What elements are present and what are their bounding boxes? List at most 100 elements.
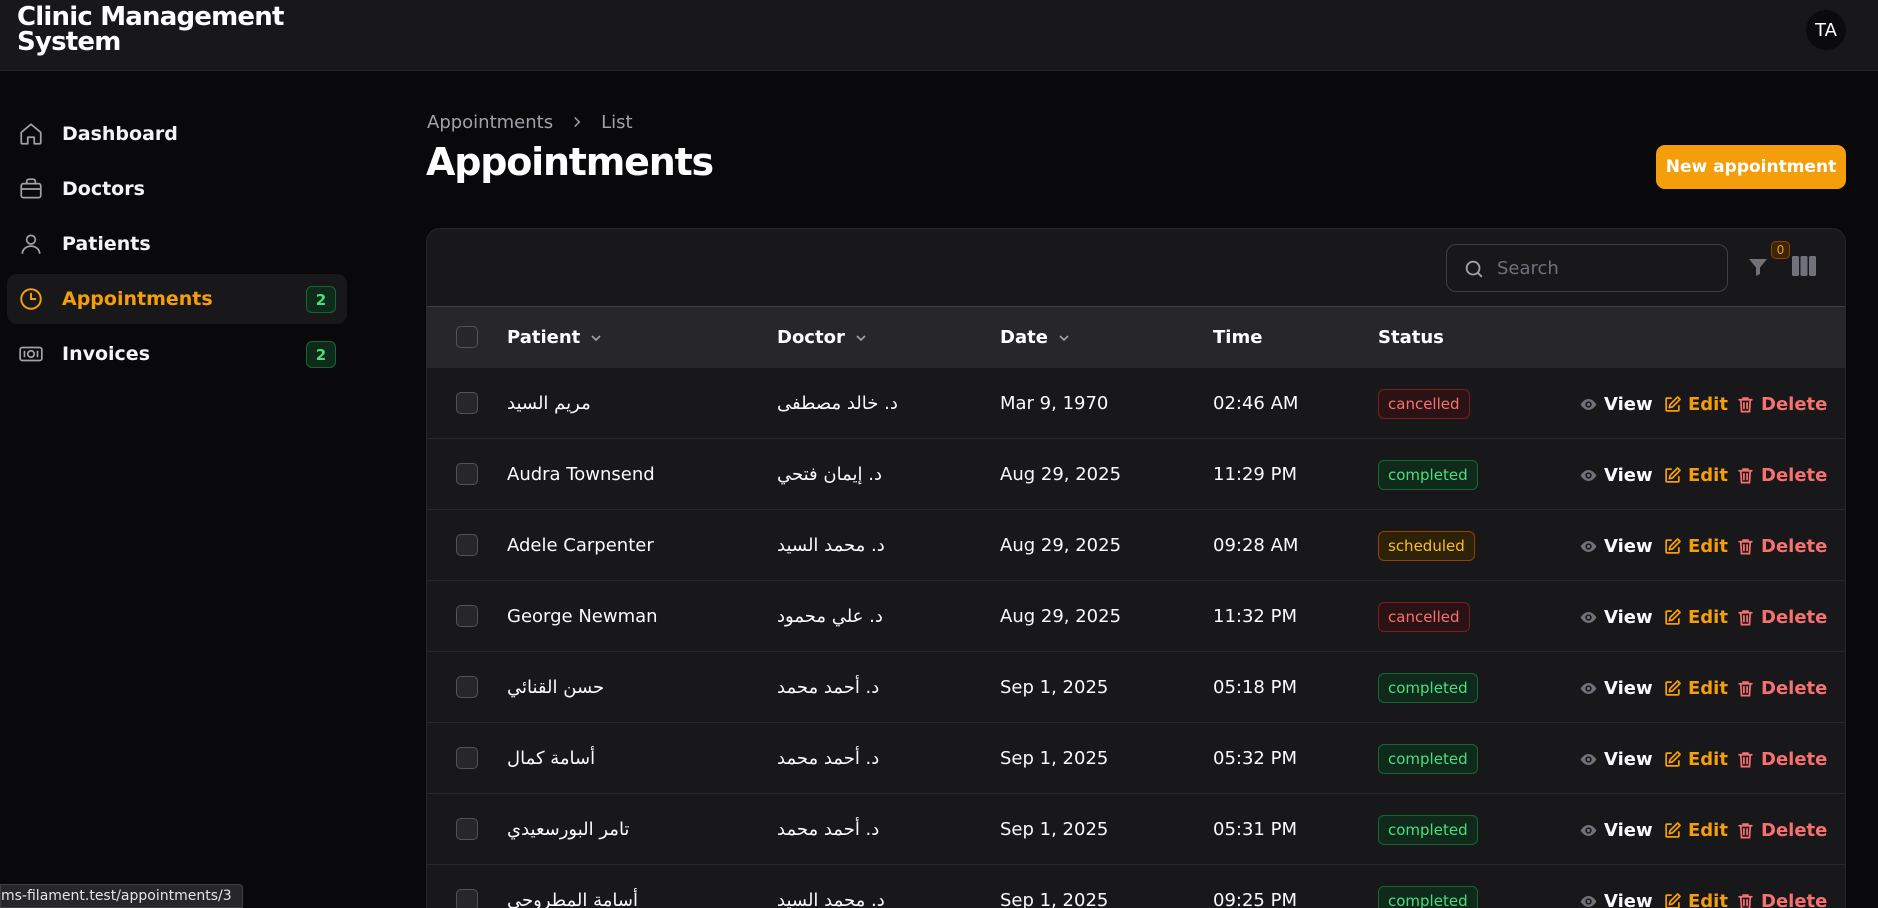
edit-button[interactable]: Edit <box>1663 746 1728 772</box>
new-appointment-button[interactable]: New appointment <box>1656 145 1846 189</box>
status-badge: completed <box>1378 460 1478 490</box>
sidebar-item-patients[interactable]: Patients <box>7 219 347 269</box>
top-bar: Clinic Management System TA <box>0 0 1878 71</box>
trash-icon <box>1738 467 1753 483</box>
cell-date: Sep 1, 2025 <box>1000 748 1109 769</box>
app-title[interactable]: Clinic Management System <box>17 4 307 55</box>
delete-button[interactable]: Delete <box>1736 675 1827 701</box>
view-button[interactable]: View <box>1579 391 1653 417</box>
delete-button[interactable]: Delete <box>1736 817 1827 843</box>
cell-doctor: د. خالد مصطفى <box>777 393 898 414</box>
view-button[interactable]: View <box>1579 817 1653 843</box>
cell-date: Sep 1, 2025 <box>1000 819 1109 840</box>
search-icon <box>1465 260 1483 278</box>
action-label: Edit <box>1688 819 1728 841</box>
view-button[interactable]: View <box>1579 888 1653 908</box>
filter-icon[interactable] <box>1746 255 1770 279</box>
columns-icon[interactable] <box>1791 255 1817 277</box>
row-checkbox[interactable] <box>456 747 478 769</box>
sidebar-item-invoices[interactable]: Invoices 2 <box>7 329 347 379</box>
edit-button[interactable]: Edit <box>1663 391 1728 417</box>
row-checkbox[interactable] <box>456 676 478 698</box>
sidebar-item-label: Appointments <box>62 288 213 310</box>
trash-icon <box>1738 680 1753 696</box>
view-button[interactable]: View <box>1579 533 1653 559</box>
edit-button[interactable]: Edit <box>1663 675 1728 701</box>
cell-date: Sep 1, 2025 <box>1000 890 1109 908</box>
edit-icon <box>1665 608 1681 625</box>
search-input[interactable] <box>1497 253 1717 283</box>
delete-button[interactable]: Delete <box>1736 746 1827 772</box>
cell-doctor: د. محمد السيد <box>777 890 885 908</box>
edit-button[interactable]: Edit <box>1663 888 1728 908</box>
table-row[interactable]: Audra Townsend د. إيمان فتحي Aug 29, 2025 1… <box>427 438 1845 509</box>
table-row[interactable]: Adele Carpenter د. محمد السيد Aug 29, 2025… <box>427 509 1845 580</box>
table-row[interactable]: حسن القنائي د. أحمد محمد Sep 1, 2025 05:18 … <box>427 651 1845 722</box>
action-label: View <box>1604 890 1653 908</box>
delete-button[interactable]: Delete <box>1736 462 1827 488</box>
delete-button[interactable]: Delete <box>1736 391 1827 417</box>
row-checkbox[interactable] <box>456 392 478 414</box>
trash-icon <box>1738 538 1753 554</box>
edit-button[interactable]: Edit <box>1663 604 1728 630</box>
user-avatar[interactable]: TA <box>1806 10 1846 50</box>
edit-button[interactable]: Edit <box>1663 817 1728 843</box>
column-header-date[interactable]: Date <box>1000 307 1072 368</box>
edit-button[interactable]: Edit <box>1663 533 1728 559</box>
view-button[interactable]: View <box>1579 604 1653 630</box>
table-row[interactable]: تامر البورسعيدي د. أحمد محمد Sep 1, 2025 05… <box>427 793 1845 864</box>
search-box[interactable] <box>1446 244 1728 292</box>
row-checkbox[interactable] <box>456 889 478 908</box>
cell-date: Aug 29, 2025 <box>1000 464 1122 485</box>
sidebar-item-doctors[interactable]: Doctors <box>7 164 347 214</box>
row-checkbox[interactable] <box>456 605 478 627</box>
breadcrumb-parent[interactable]: Appointments <box>427 112 553 133</box>
table-toolbar: 0 <box>427 229 1845 306</box>
view-button[interactable]: View <box>1579 462 1653 488</box>
home-icon <box>20 123 42 145</box>
clock-icon <box>20 288 42 310</box>
chevron-down-icon <box>591 334 601 341</box>
column-label: Time <box>1213 327 1263 348</box>
delete-button[interactable]: Delete <box>1736 888 1827 908</box>
cell-patient: Adele Carpenter <box>507 535 654 556</box>
table-row[interactable]: أسامة المطروحي د. محمد السيد Sep 1, 2025 09… <box>427 864 1845 908</box>
action-label: Edit <box>1688 677 1728 699</box>
action-label: View <box>1604 464 1653 486</box>
chevron-right-icon <box>574 116 581 128</box>
table-header: Patient Doctor Date Time Status <box>427 306 1845 368</box>
action-label: Delete <box>1761 819 1828 841</box>
banknote-icon <box>19 346 43 362</box>
row-checkbox[interactable] <box>456 818 478 840</box>
trash-icon <box>1738 396 1753 412</box>
cell-doctor: د. أحمد محمد <box>777 677 880 698</box>
action-label: View <box>1604 393 1653 415</box>
filter-count-badge: 0 <box>1771 241 1790 259</box>
cell-patient: George Newman <box>507 606 658 627</box>
action-label: Delete <box>1761 748 1828 770</box>
chevron-down-icon <box>1059 334 1069 341</box>
action-label: Edit <box>1688 464 1728 486</box>
delete-button[interactable]: Delete <box>1736 533 1827 559</box>
edit-icon <box>1665 466 1681 483</box>
sidebar-item-appointments[interactable]: Appointments 2 <box>7 274 347 324</box>
column-header-doctor[interactable]: Doctor <box>777 307 869 368</box>
cell-time: 09:28 AM <box>1213 535 1299 556</box>
cell-time: 09:25 PM <box>1213 890 1297 908</box>
delete-button[interactable]: Delete <box>1736 604 1827 630</box>
edit-button[interactable]: Edit <box>1663 462 1728 488</box>
table-row[interactable]: أسامة كمال د. أحمد محمد Sep 1, 2025 05:32 P… <box>427 722 1845 793</box>
sidebar-item-dashboard[interactable]: Dashboard <box>7 109 347 159</box>
row-checkbox[interactable] <box>456 534 478 556</box>
view-button[interactable]: View <box>1579 675 1653 701</box>
edit-icon <box>1665 395 1681 412</box>
column-header-patient[interactable]: Patient <box>507 307 604 368</box>
action-label: View <box>1604 535 1653 557</box>
table-row[interactable]: مريم السيد د. خالد مصطفى Mar 9, 1970 02:46 … <box>427 367 1845 438</box>
view-button[interactable]: View <box>1579 746 1653 772</box>
chevron-down-icon <box>856 334 866 341</box>
row-checkbox[interactable] <box>456 463 478 485</box>
select-all-checkbox[interactable] <box>456 326 478 348</box>
action-label: Delete <box>1761 535 1828 557</box>
table-row[interactable]: George Newman د. علي محمود Aug 29, 2025 11:… <box>427 580 1845 651</box>
